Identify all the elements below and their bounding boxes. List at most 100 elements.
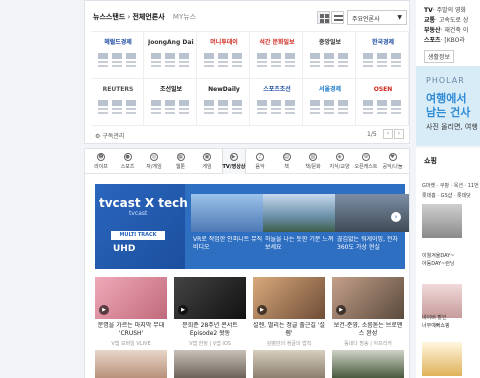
category-tab[interactable]: ☻ 라이프 — [89, 149, 113, 175]
newspaper-page-thumbnail — [309, 99, 321, 114]
newspaper-cell[interactable]: JoongAng Daily — [144, 32, 197, 79]
video-thumbnail-row2[interactable] — [95, 350, 167, 378]
video-item[interactable]: ▶ 문명을 가르는 마지막 무대 'CRUSH' V앱 모바일 VLIVE — [95, 277, 167, 347]
newspaper-page-thumbnail — [390, 52, 402, 67]
category-tab[interactable]: ♥ 공익/나눔 — [381, 149, 405, 175]
newspaper-page-thumbnail — [164, 52, 176, 67]
shopping-title: 쇼핑 — [424, 157, 437, 165]
tv-feature-card[interactable]: 하늘을 나는 듯한 기분 느껴보세요 — [263, 184, 337, 269]
shop-product-image[interactable] — [422, 342, 462, 376]
video-source: V앱 한정 | V앱 IOS — [189, 341, 231, 347]
newspaper-cell[interactable]: 헤럴드경제 — [91, 32, 144, 79]
shop-product-image[interactable] — [422, 284, 462, 318]
life-info-button[interactable]: 생활정보 — [424, 50, 455, 63]
info-line-sports[interactable]: 스포츠· [KBO라 — [424, 35, 465, 44]
video-thumbnail-row2[interactable] — [253, 350, 325, 378]
info-line-traffic[interactable]: 교통· 고속도로 상 — [424, 15, 468, 24]
newspaper-page-thumbnail — [376, 99, 388, 114]
shop-links-2[interactable]: 롯데홈 · GS샵 · 롯데닷 — [422, 192, 471, 199]
tvcast-banner-title-block: tvcast X tech tvcast MULTI TRACK UHD — [95, 184, 188, 269]
newspaper-page-thumbnail — [270, 99, 282, 114]
newspaper-page-thumbnail — [323, 99, 335, 114]
tv-feature-caption: 하늘을 나는 듯한 기분 느껴보세요 — [265, 236, 334, 251]
newspaper-cell[interactable]: NewDaily — [197, 79, 250, 126]
newsstand-panel: 뉴스스탠드 › 전체언론사 MY뉴스 주요언론사 ▼ 헤럴드경제 JoongAng… — [84, 0, 410, 144]
tv-feature-card[interactable]: VR로 작업한 인피니트 뮤직비디오 — [191, 184, 265, 269]
category-tab[interactable]: ⊕ 오픈캐스트 — [354, 149, 378, 175]
category-tab[interactable]: ▥ 책/문화 — [301, 149, 325, 175]
tv-feature-caption: VR로 작업한 인피니트 뮤직비디오 — [193, 236, 263, 251]
shopping-panel: 쇼핑 G마켓 · 쿠팡 · 옥션 · 11번 롯데홈 · GS샵 · 롯데닷 이… — [416, 148, 480, 378]
subscribe-manage-link[interactable]: ⚙ 구독관리 — [95, 131, 124, 140]
info-line-tv[interactable]: TV· 주말의 영화 — [424, 5, 466, 14]
category-icon: ♥ — [388, 153, 397, 161]
newspaper-page-thumbnail — [256, 52, 268, 67]
press-select[interactable]: 주요언론사 ▼ — [347, 10, 407, 25]
page-indicator: 1/5 — [367, 131, 377, 138]
category-label: 자/게임 — [146, 164, 162, 170]
newspaper-logo: 헤럴드경제 — [104, 39, 132, 46]
info-line-realestate[interactable]: 부동산· 재건축 이 — [424, 25, 468, 34]
newspaper-logo: 스포츠조선 — [263, 86, 291, 93]
newspaper-logo: 석간 문화일보 — [259, 39, 295, 46]
newspaper-page-thumbnail — [203, 52, 215, 67]
newspaper-page-thumbnail — [125, 52, 137, 67]
shop-product-image[interactable] — [422, 204, 462, 238]
newspaper-page-thumbnail — [164, 99, 176, 114]
newspaper-cell[interactable]: 한국경제 — [356, 32, 409, 79]
newspaper-cell[interactable]: 스포츠조선 — [250, 79, 303, 126]
pholar-ad-banner[interactable]: PHOLAR 여행에서 남는 건사 사진 올리면, 여행 — [416, 66, 480, 146]
multitrack-badge: MULTI TRACK — [111, 231, 165, 240]
category-label: 책 — [284, 164, 289, 170]
newspaper-cell[interactable]: REUTERS — [91, 79, 144, 126]
video-thumbnail-row2[interactable] — [174, 350, 246, 378]
category-tab[interactable]: ♪ 음악 — [248, 149, 272, 175]
list-view-icon[interactable] — [331, 11, 344, 24]
video-item[interactable]: ▶ 보건-준영, 소름돋는 브로맨스 완성 동네다 방송 | 아프리카 — [332, 277, 404, 347]
category-label: 게임 — [202, 164, 212, 170]
video-source: V앱 모바일 VLIVE — [111, 341, 151, 347]
newspaper-cell[interactable]: 조선일보 — [144, 79, 197, 126]
category-icon: ● — [123, 153, 132, 161]
chevron-down-icon: ▼ — [397, 14, 402, 21]
tab-all-press[interactable]: 전체언론사 — [132, 13, 164, 21]
newsstand-header: 뉴스스탠드 › 전체언론사 MY뉴스 — [93, 12, 196, 22]
newspaper-cell[interactable]: 석간 문화일보 — [250, 32, 303, 79]
ad-brand: PHOLAR — [426, 76, 465, 85]
newspaper-page-thumbnail — [376, 52, 388, 67]
newspaper-cell[interactable]: 머니투데이 — [197, 32, 250, 79]
grid-view-icon[interactable] — [317, 11, 330, 24]
tvcast-banner[interactable]: tvcast X tech tvcast MULTI TRACK UHD VR로… — [95, 184, 409, 269]
newspaper-cell[interactable]: 중앙일보 — [303, 32, 356, 79]
tv-feature-card[interactable]: 끊김없는 워게이밍, 전차 360도 가상 현실 — [335, 184, 409, 269]
newspaper-logo: OSEN — [373, 86, 393, 93]
category-icon: ⊕ — [362, 153, 370, 161]
category-tab[interactable]: ● 스포츠 — [116, 149, 140, 175]
uhd-badge: UHD — [113, 244, 136, 254]
category-tab[interactable]: ▶ TV/영상상 — [221, 149, 246, 175]
video-item[interactable]: ▶ 문희준 28주년 콘서트 Episode2 왓동 V앱 한정 | V앱 IO… — [174, 277, 246, 347]
category-tab[interactable]: ▣ 게임 — [195, 149, 219, 175]
category-tab[interactable]: ◈ 지식/교양 — [328, 149, 352, 175]
tab-my-news[interactable]: MY뉴스 — [173, 13, 196, 21]
prev-page-button[interactable]: ‹ — [383, 129, 393, 139]
video-thumbnail: ▶ — [174, 277, 246, 319]
banner-next-button[interactable]: › — [391, 212, 401, 222]
newspaper-page-thumbnail — [323, 52, 335, 67]
newspaper-cell[interactable]: 서울경제 — [303, 79, 356, 126]
video-item[interactable]: ▶ 설렌, 떨리는 정글 출근길 '설렘' 김병만의 정글의 법칙 — [253, 277, 325, 347]
category-tab[interactable]: ▤ 책 — [275, 149, 299, 175]
category-tab[interactable]: ◎ 자/게임 — [142, 149, 166, 175]
shop-caption: 이월겨울DAY~ — [422, 253, 455, 259]
category-tab[interactable]: ▦ 웹툰 — [169, 149, 193, 175]
newspaper-page-thumbnail — [362, 52, 374, 67]
category-icon: ▤ — [282, 153, 291, 161]
shop-links-1[interactable]: G마켓 · 쿠팡 · 옥션 · 11번 — [422, 182, 479, 189]
play-icon: ▶ — [336, 305, 346, 315]
video-thumbnail-row2[interactable] — [332, 350, 404, 378]
newspaper-cell[interactable]: OSEN — [356, 79, 409, 126]
newspaper-logo: NewDaily — [208, 86, 240, 93]
newsstand-title[interactable]: 뉴스스탠드 — [93, 13, 125, 21]
newspaper-logo: 조선일보 — [159, 86, 183, 93]
next-page-button[interactable]: › — [394, 129, 404, 139]
